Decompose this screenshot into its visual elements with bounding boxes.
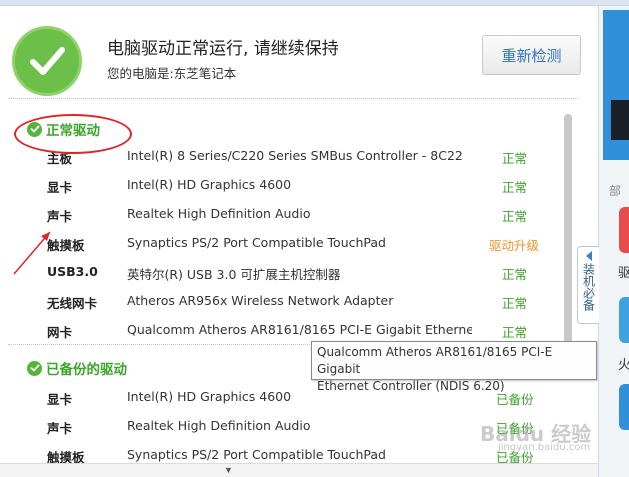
driver-status: 正常 [502, 267, 528, 282]
side-section-label: 部 [609, 184, 622, 198]
side-banner-graphic [611, 100, 629, 140]
driver-name: Intel(R) 8 Series/C220 Series SMBus Cont… [127, 148, 463, 163]
essentials-tab-label: 装机必备 [581, 263, 596, 311]
divider [8, 98, 578, 99]
check-dot-icon [27, 121, 42, 137]
watermark-url: jingyan.baidu.com [498, 442, 591, 453]
scrollbar-thumb[interactable] [564, 114, 572, 344]
side-app-tile[interactable] [619, 297, 629, 343]
check-circle-icon [12, 26, 82, 96]
driver-status: 正常 [502, 325, 528, 340]
driver-status: 正常 [502, 180, 528, 195]
driver-category: 声卡 [47, 209, 73, 224]
arrow-left-icon [585, 251, 592, 261]
bottom-bar [0, 463, 598, 477]
driver-name: Atheros AR956x Wireless Network Adapter [127, 293, 394, 308]
driver-name: Synaptics PS/2 Port Compatible TouchPad [127, 235, 386, 250]
tooltip: Qualcomm Atheros AR8161/8165 PCI-E Gigab… [311, 341, 597, 393]
driver-category: 触摸板 [47, 238, 85, 253]
tooltip-line: Qualcomm Atheros AR8161/8165 PCI-E Gigab… [317, 345, 553, 376]
section-label: 正常驱动 [46, 123, 100, 139]
side-app-label: 火 [618, 358, 629, 373]
driver-row[interactable]: 声卡 Realtek High Definition Audio 正常 [0, 199, 570, 228]
driver-category: USB3.0 [47, 264, 98, 279]
driver-category: 主板 [47, 151, 73, 166]
driver-status-panel: 电脑驱动正常运行, 请继续保持 您的电脑是:东芝笔记本 重新检测 正常驱动 主板… [0, 6, 598, 477]
driver-category: 显卡 [47, 180, 73, 195]
section-label: 已备份的驱动 [46, 362, 127, 378]
side-app-label: 驱 [618, 266, 629, 281]
section-backed-title: 已备份的驱动 [27, 358, 127, 378]
driver-row[interactable]: 主板 Intel(R) 8 Series/C220 Series SMBus C… [0, 141, 570, 170]
driver-name: Realtek High Definition Audio [127, 206, 311, 221]
driver-status: 正常 [502, 151, 528, 166]
driver-status: 正常 [502, 209, 528, 224]
driver-name: Intel(R) HD Graphics 4600 [127, 177, 292, 192]
side-app-tile[interactable] [619, 384, 629, 430]
driver-category: 声卡 [47, 421, 73, 436]
driver-category: 显卡 [47, 392, 73, 407]
driver-row[interactable]: 显卡 Intel(R) HD Graphics 4600 正常 [0, 170, 570, 199]
driver-name: Synaptics PS/2 Port Compatible TouchPad [127, 447, 386, 462]
driver-upgrade-link[interactable]: 驱动升级 [489, 235, 539, 254]
driver-name: Realtek High Definition Audio [127, 418, 311, 433]
tooltip-line: Ethernet Controller (NDIS 6.20) [317, 379, 505, 393]
caret-down-icon[interactable]: ▼ [224, 465, 233, 475]
computer-model: 您的电脑是:东芝笔记本 [107, 66, 237, 81]
check-dot-icon [27, 360, 42, 376]
recheck-button[interactable]: 重新检测 [482, 35, 581, 75]
driver-name: Qualcomm Atheros AR8161/8165 PCI-E Gigab… [127, 322, 472, 337]
driver-status: 正常 [502, 296, 528, 311]
status-title: 电脑驱动正常运行, 请继续保持 [107, 39, 339, 59]
driver-row[interactable]: 无线网卡 Atheros AR956x Wireless Network Ada… [0, 286, 570, 315]
driver-name: 英特尔(R) USB 3.0 可扩展主机控制器 [127, 267, 341, 282]
driver-row[interactable]: 网卡 Qualcomm Atheros AR8161/8165 PCI-E Gi… [0, 315, 570, 344]
driver-category: 网卡 [47, 325, 73, 340]
side-app-tile[interactable] [619, 207, 629, 253]
driver-row[interactable]: USB3.0 英特尔(R) USB 3.0 可扩展主机控制器 正常 [0, 257, 570, 286]
section-normal-title: 正常驱动 [27, 119, 100, 139]
driver-category: 无线网卡 [47, 296, 98, 311]
driver-row[interactable]: 触摸板 Synaptics PS/2 Port Compatible Touch… [0, 228, 570, 257]
essentials-tab[interactable]: 装机必备 [577, 246, 599, 324]
